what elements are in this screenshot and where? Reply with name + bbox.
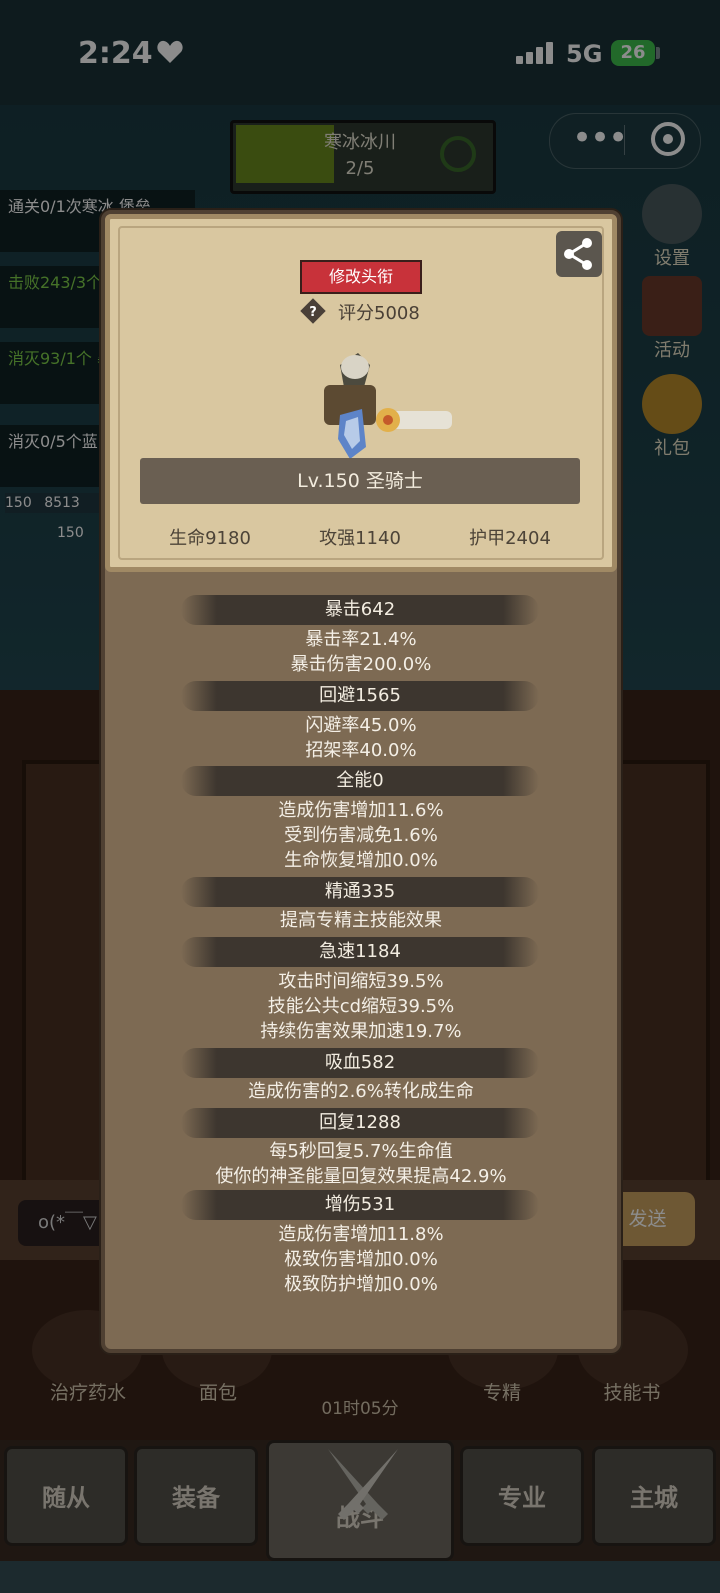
armor-stat: 护甲2404 (469, 528, 551, 549)
change-title-button[interactable]: 修改头衔 (300, 260, 422, 294)
stat-line: 持续伤害效果加速19.7% (260, 1021, 462, 1042)
stat-line: 极致伤害增加0.0% (284, 1249, 438, 1270)
level-class: Lv.150 圣骑士 (297, 470, 423, 492)
stat-header: 回复1288 (181, 1108, 539, 1138)
help-icon[interactable]: ? (300, 298, 326, 324)
stat-header: 全能0 (181, 766, 539, 796)
attack-stat: 攻强1140 (319, 528, 401, 549)
stat-header: 精通335 (181, 877, 539, 907)
svg-text:?: ? (309, 305, 317, 320)
stat-line: 造成伤害增加11.6% (278, 800, 444, 821)
stat-line: 闪避率45.0% (305, 715, 417, 736)
paladin-avatar (324, 353, 452, 459)
stat-line: 暴击伤害200.0% (290, 654, 432, 675)
stat-line: 使你的神圣能量回复效果提高42.9% (215, 1166, 507, 1187)
stat-header: 增伤531 (181, 1190, 539, 1220)
stat-header: 暴击642 (181, 595, 539, 625)
share-icon (564, 238, 592, 270)
stat-line: 提高专精主技能效果 (280, 910, 442, 931)
share-button[interactable] (556, 231, 602, 277)
stat-line: 每5秒回复5.7%生命值 (269, 1141, 453, 1162)
stat-line: 极致防护增加0.0% (284, 1274, 438, 1295)
stat-line: 造成伤害的2.6%转化成生命 (248, 1081, 474, 1102)
stat-header: 吸血582 (181, 1048, 539, 1078)
stat-line: 招架率40.0% (305, 740, 417, 761)
stat-line: 造成伤害增加11.8% (278, 1224, 444, 1245)
stat-line: 技能公共cd缩短39.5% (267, 996, 455, 1017)
stat-line: 暴击率21.4% (305, 629, 417, 650)
stat-header: 回避1565 (181, 681, 539, 711)
stat-line: 受到伤害减免1.6% (284, 825, 438, 846)
stat-line: 生命恢复增加0.0% (284, 850, 438, 871)
stat-line: 攻击时间缩短39.5% (278, 971, 444, 992)
stat-header: 急速1184 (181, 937, 539, 967)
hp-stat: 生命9180 (169, 528, 251, 549)
score-label: 评分5008 (338, 303, 420, 324)
